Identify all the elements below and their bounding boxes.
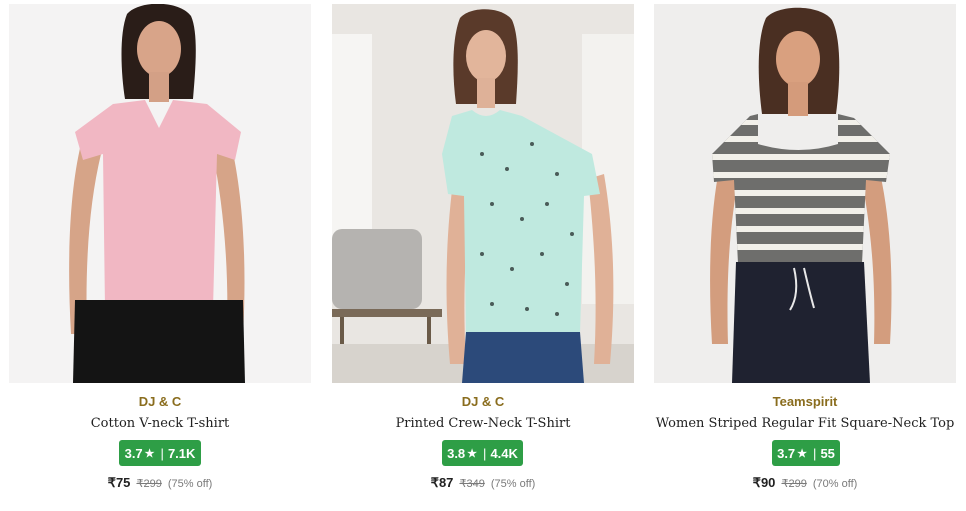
rating-badge: 3.8 ★ | 4.4K — [442, 440, 523, 466]
rating-separator: | — [813, 445, 817, 461]
review-count: 4.4K — [490, 445, 518, 461]
discount-percent: (75% off) — [167, 478, 213, 490]
selling-price: ₹75 — [107, 475, 131, 490]
rating-separator: | — [160, 445, 164, 461]
star-icon: ★ — [144, 447, 155, 460]
product-title[interactable]: Cotton V-neck T-shirt — [0, 416, 321, 431]
selling-price: ₹87 — [430, 475, 454, 490]
product-image[interactable] — [9, 4, 311, 383]
price-row: ₹75 ₹299 (75% off) — [9, 475, 311, 491]
product-card[interactable]: DJ & C Printed Crew-Neck T-Shirt 3.8 ★ |… — [332, 4, 634, 504]
original-price: ₹299 — [136, 478, 162, 490]
product-grid: DJ & C Cotton V-neck T-shirt 3.7 ★ | 7.1… — [0, 0, 966, 511]
rating-badge: 3.7 ★ | 7.1K — [119, 440, 201, 466]
product-brand[interactable]: DJ & C — [332, 394, 634, 409]
review-count: 7.1K — [167, 445, 196, 461]
star-icon: ★ — [467, 447, 478, 460]
original-price: ₹299 — [781, 478, 807, 490]
rating-value: 3.7 — [777, 445, 796, 461]
original-price: ₹349 — [459, 478, 485, 490]
discount-percent: (70% off) — [812, 478, 858, 490]
price-row: ₹90 ₹299 (70% off) — [654, 475, 956, 491]
review-count: 55 — [820, 445, 835, 461]
product-brand[interactable]: Teamspirit — [654, 394, 956, 409]
rating-badge: 3.7 ★ | 55 — [772, 440, 840, 466]
product-card[interactable]: DJ & C Cotton V-neck T-shirt 3.7 ★ | 7.1… — [9, 4, 311, 504]
star-icon: ★ — [797, 447, 808, 460]
product-image[interactable] — [654, 4, 956, 383]
rating-value: 3.8 — [447, 445, 466, 461]
discount-percent: (75% off) — [490, 478, 536, 490]
product-image[interactable] — [332, 4, 634, 383]
product-card[interactable]: Teamspirit Women Striped Regular Fit Squ… — [654, 4, 956, 504]
rating-value: 3.7 — [124, 445, 143, 461]
product-title[interactable]: Printed Crew-Neck T-Shirt — [322, 416, 644, 431]
rating-separator: | — [483, 445, 487, 461]
selling-price: ₹90 — [752, 475, 776, 490]
price-row: ₹87 ₹349 (75% off) — [332, 475, 634, 491]
product-brand[interactable]: DJ & C — [9, 394, 311, 409]
product-title[interactable]: Women Striped Regular Fit Square-Neck To… — [644, 416, 966, 431]
